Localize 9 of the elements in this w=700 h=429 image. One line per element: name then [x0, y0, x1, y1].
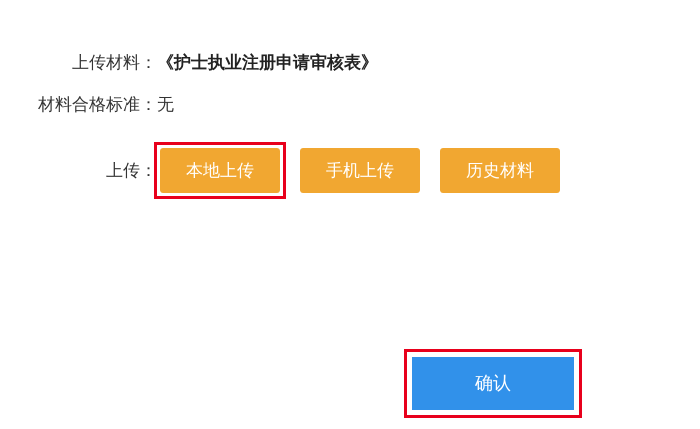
field-value: 《护士执业注册申请审核表》 — [157, 52, 378, 74]
field-value: 无 — [157, 94, 174, 116]
field-label: 上传材料： — [72, 52, 157, 74]
confirm-button[interactable]: 确认 — [412, 357, 574, 410]
upload-label: 上传： — [106, 160, 157, 182]
upload-button[interactable]: 手机上传 — [300, 148, 420, 193]
upload-button[interactable]: 历史材料 — [440, 148, 560, 193]
upload-button[interactable]: 本地上传 — [160, 148, 280, 193]
field-label: 材料合格标准： — [38, 94, 157, 116]
